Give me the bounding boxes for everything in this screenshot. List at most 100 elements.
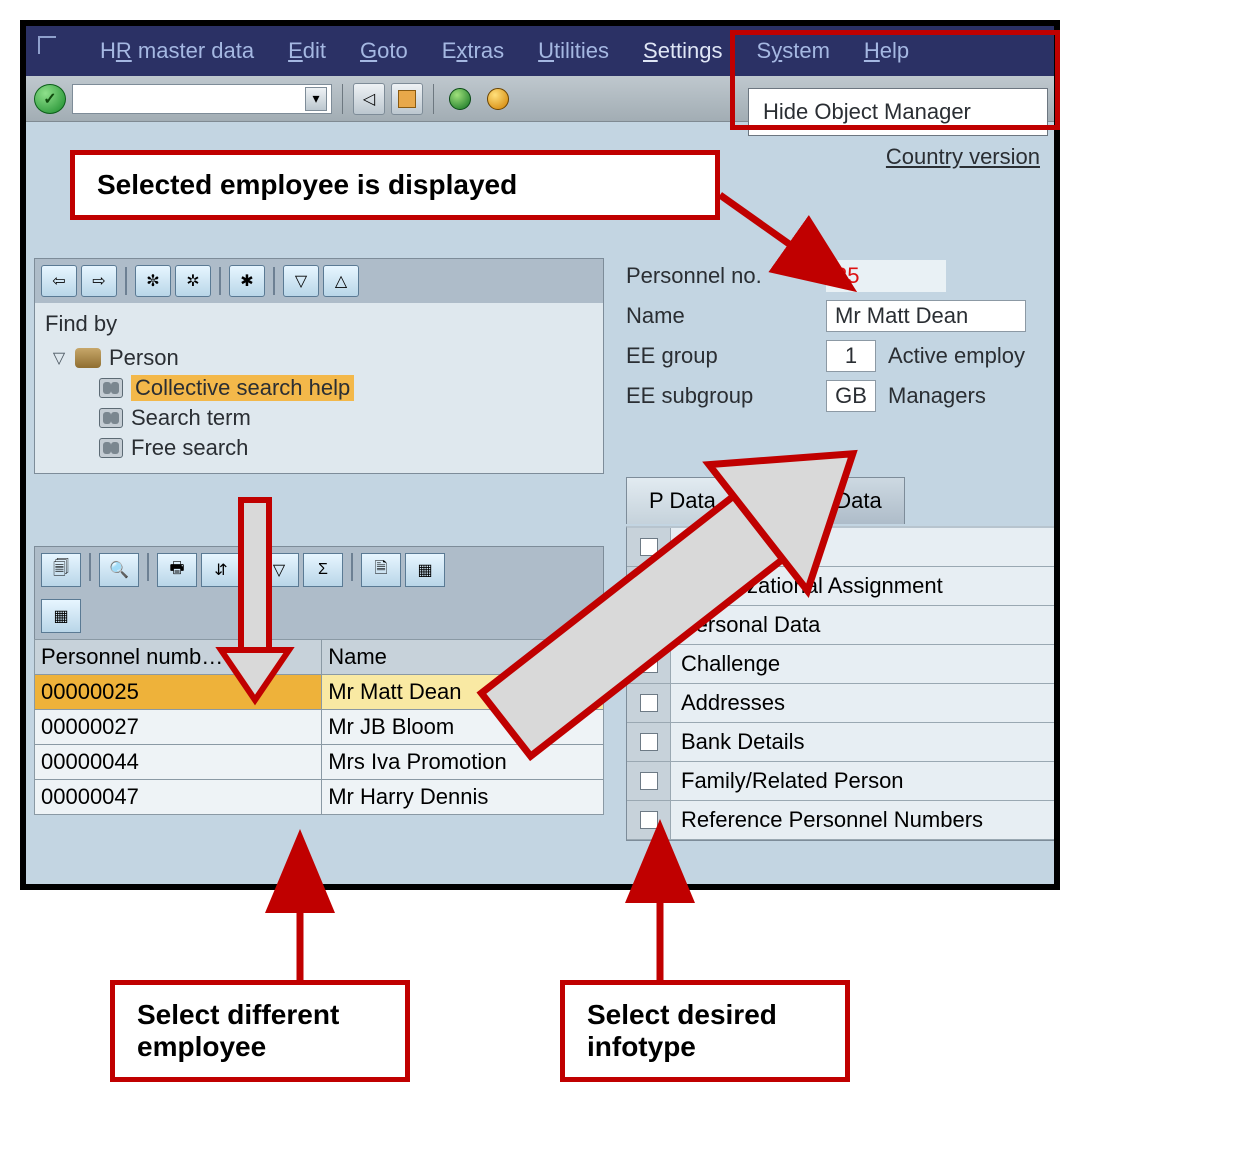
table-row[interactable]: 00000027 Mr JB Bloom (35, 710, 604, 745)
infotype-label: Organizational Assignment (671, 567, 1055, 605)
toolbar-separator-icon (273, 267, 275, 295)
export-icon[interactable]: 🗎 (361, 553, 401, 587)
col-personnel-number[interactable]: Personnel numb… (35, 640, 322, 675)
cell-pn: 00000025 (35, 675, 322, 710)
callout-select-different-employee: Select different employee (110, 980, 410, 1082)
tree-label: Search term (131, 405, 251, 431)
cell-name: Mr Harry Dennis (322, 780, 604, 815)
menu-system[interactable]: System (757, 38, 830, 64)
result-subbar: ▦ (34, 593, 604, 639)
tree-node-person[interactable]: ▽ Person (43, 343, 595, 373)
nav-next-icon[interactable]: ⇨ (81, 265, 117, 297)
checkbox-icon[interactable] (640, 577, 658, 595)
menu-utilities[interactable]: Utilities (538, 38, 609, 64)
infotype-label: Addresses (671, 684, 1055, 722)
infotype-row[interactable]: Challenge (627, 645, 1055, 684)
menu-hr-master-data[interactable]: HR HR master datamaster data (100, 38, 254, 64)
toolbar-separator-icon (351, 553, 353, 581)
dd-item-hide-object-manager[interactable]: Hide Object Manager (749, 89, 1047, 135)
layout-icon[interactable]: △ (323, 265, 359, 297)
tree-add-icon[interactable]: ✼ (135, 265, 171, 297)
ee-subgroup-label: EE subgroup (626, 383, 826, 409)
window-corner-icon (38, 36, 56, 54)
sum-icon[interactable]: Σ (303, 553, 343, 587)
tab-personal-data[interactable]: P Data (626, 477, 739, 524)
settings-dropdown: Hide Object Manager (748, 88, 1048, 136)
infotype-row[interactable]: Family/Related Person (627, 762, 1055, 801)
result-box: 🗐 🔍 🖶 ⇵ ▽ Σ 🗎 ▦ ▦ Personnel numb… (34, 546, 604, 815)
dd-item-country-version[interactable]: Country version (886, 144, 1040, 170)
toolbar-separator-icon (89, 553, 91, 581)
infotype-row[interactable]: ons (627, 528, 1055, 567)
details-icon[interactable]: 🗐 (41, 553, 81, 587)
checkbox-icon[interactable] (640, 655, 658, 673)
cell-pn: 00000044 (35, 745, 322, 780)
checkbox-icon[interactable] (640, 616, 658, 634)
table-row[interactable]: 00000025 Mr Matt Dean (35, 675, 604, 710)
checkbox-icon[interactable] (640, 538, 658, 556)
search-icon[interactable]: 🔍 (99, 553, 139, 587)
infotype-row[interactable]: Organizational Assignment (627, 567, 1055, 606)
sort-icon[interactable]: ⇵ (201, 553, 241, 587)
nav-prev-icon[interactable]: ⇦ (41, 265, 77, 297)
layout-icon[interactable]: ▦ (405, 553, 445, 587)
object-manager: ⇦ ⇨ ✼ ✲ ✱ ▽ △ Find by ▽ Person (34, 258, 604, 474)
infotype-label: Bank Details (671, 723, 1055, 761)
checkbox-icon[interactable] (640, 772, 658, 790)
ee-group-label: EE group (626, 343, 826, 369)
ok-icon[interactable] (34, 84, 66, 114)
globe-green-icon[interactable] (444, 83, 476, 115)
infotype-row[interactable]: Personal Data (627, 606, 1055, 645)
checkbox-icon[interactable] (640, 811, 658, 829)
table-row[interactable]: 00000044 Mrs Iva Promotion (35, 745, 604, 780)
infotype-label: ons (671, 528, 1055, 566)
save-icon[interactable] (391, 83, 423, 115)
tree-collapse-icon[interactable]: ✱ (229, 265, 265, 297)
print-icon[interactable]: 🖶 (157, 553, 197, 587)
infotype-label: Family/Related Person (671, 762, 1055, 800)
toolbar-separator-icon (125, 267, 127, 295)
tree-node-free-search[interactable]: Free search (43, 433, 595, 463)
choose-layout-icon[interactable]: ▦ (41, 599, 81, 633)
infotype-row[interactable]: Bank Details (627, 723, 1055, 762)
tree-expand-icon[interactable]: ▽ (51, 348, 67, 368)
back-icon[interactable]: ◁ (353, 83, 385, 115)
infotype-row[interactable]: Addresses (627, 684, 1055, 723)
menu-goto[interactable]: Goto (360, 38, 408, 64)
command-field[interactable]: ▾ (72, 84, 332, 114)
infotype-row[interactable]: Reference Personnel Numbers (627, 801, 1055, 840)
find-by-label: Find by (43, 309, 595, 343)
toolbar-separator-icon (249, 553, 251, 581)
filter-icon[interactable]: ▽ (259, 553, 299, 587)
menu-settings[interactable]: Settings (643, 38, 723, 64)
binoculars-icon (99, 438, 123, 458)
cell-name: Mr Matt Dean (322, 675, 604, 710)
name-label: Name (626, 303, 826, 329)
tree-node-collective-search[interactable]: Collective search help (43, 373, 595, 403)
menu-extras[interactable]: Extras (442, 38, 504, 64)
name-value: Mr Matt Dean (826, 300, 1026, 332)
infotype-label: Personal Data (671, 606, 1055, 644)
binoculars-icon (99, 408, 123, 428)
tab-payroll-data[interactable]: Payroll Data (739, 477, 905, 524)
checkbox-icon[interactable] (640, 733, 658, 751)
filter-icon[interactable]: ▽ (283, 265, 319, 297)
tree-node-search-term[interactable]: Search term (43, 403, 595, 433)
tree-label: Collective search help (131, 375, 354, 401)
globe-yellow-icon[interactable] (482, 83, 514, 115)
canvas: HR HR master datamaster data Edit Goto E… (0, 0, 1260, 1168)
tree-expand-icon[interactable]: ✲ (175, 265, 211, 297)
result-toolbar: 🗐 🔍 🖶 ⇵ ▽ Σ 🗎 ▦ (34, 546, 604, 593)
menu-edit[interactable]: Edit (288, 38, 326, 64)
binoculars-icon (99, 378, 123, 398)
cell-name: Mrs Iva Promotion (322, 745, 604, 780)
command-dropdown-icon[interactable]: ▾ (305, 87, 327, 111)
person-icon (75, 348, 101, 368)
col-name[interactable]: Name (322, 640, 604, 675)
checkbox-icon[interactable] (640, 694, 658, 712)
personnel-no-value[interactable]: 25 (826, 260, 946, 292)
callout-select-infotype: Select desired infotype (560, 980, 850, 1082)
table-row[interactable]: 00000047 Mr Harry Dennis (35, 780, 604, 815)
infotype-label: Reference Personnel Numbers (671, 801, 1055, 839)
menu-help[interactable]: Help (864, 38, 909, 64)
